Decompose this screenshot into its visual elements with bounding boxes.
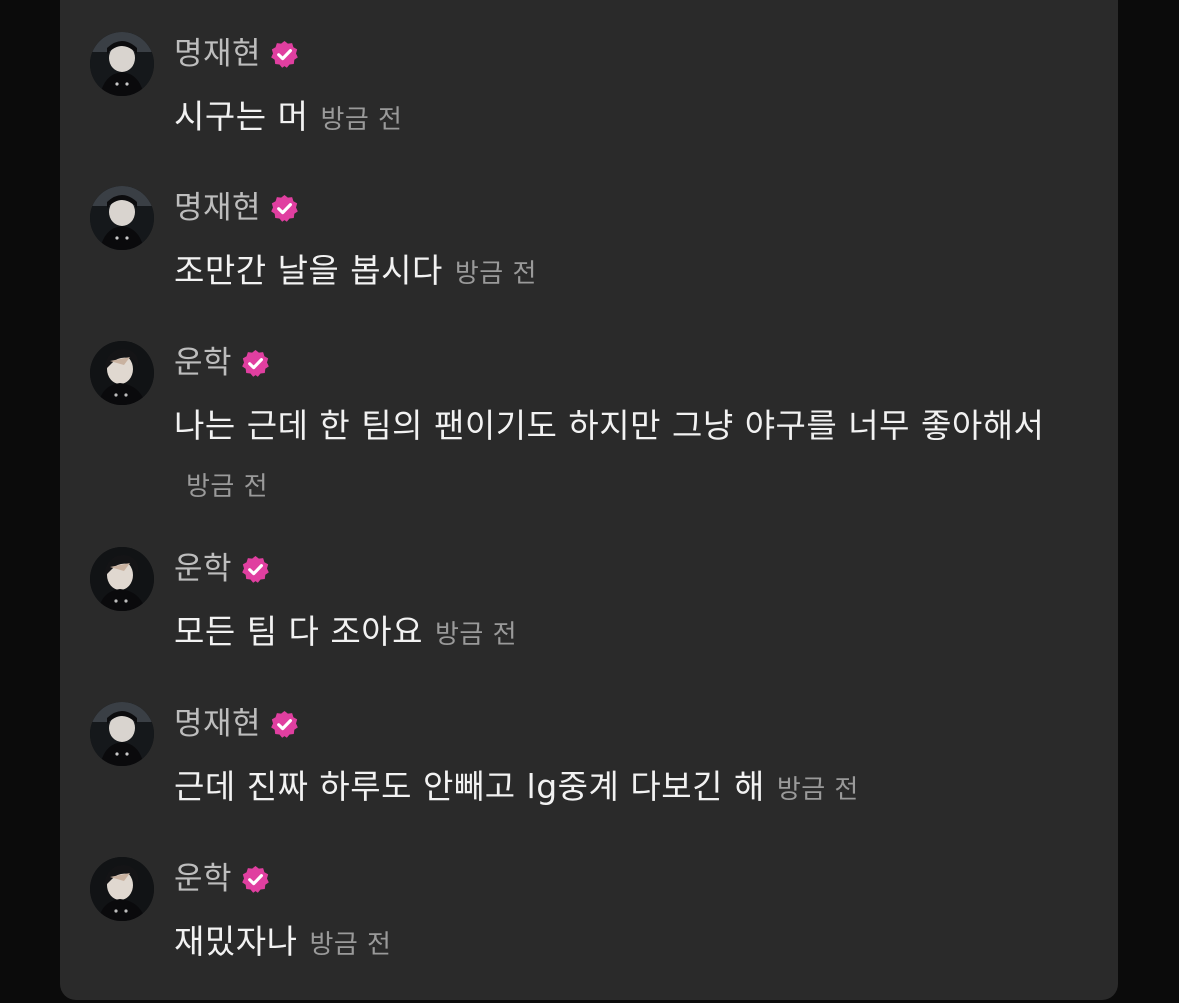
author-name[interactable]: 명재현: [174, 706, 261, 742]
timestamp: 방금 전: [776, 775, 859, 805]
verified-badge-icon: [271, 710, 298, 738]
comment-text: 나는 근데 한 팀의 팬이기도 하지만 그냥 야구를 너무 좋아해서: [174, 406, 1045, 445]
comment-body: 모든 팀 다 조아요 방금 전: [174, 603, 1054, 664]
author-name[interactable]: 운학: [174, 345, 232, 381]
comment-body: 재밌자나 방금 전: [174, 913, 1054, 974]
author-name[interactable]: 명재현: [174, 190, 261, 226]
timestamp: 방금 전: [309, 930, 392, 960]
avatar[interactable]: [90, 702, 154, 766]
avatar[interactable]: [90, 186, 154, 250]
timestamp: 방금 전: [435, 620, 518, 650]
comment-text: 시구는 머: [174, 97, 309, 136]
author-name[interactable]: 운학: [174, 861, 232, 897]
avatar[interactable]: [90, 32, 154, 96]
author-name[interactable]: 운학: [174, 551, 232, 587]
comment-text: 근데 진짜 하루도 안빼고 lg중계 다보긴 해: [174, 767, 765, 806]
timestamp: 방금 전: [186, 472, 269, 502]
verified-badge-icon: [242, 555, 269, 583]
avatar[interactable]: [90, 857, 154, 921]
timestamp: 방금 전: [454, 259, 537, 289]
verified-badge-icon: [242, 349, 269, 377]
verified-badge-icon: [242, 865, 269, 893]
comment-body: 나는 근데 한 팀의 팬이기도 하지만 그냥 야구를 너무 좋아해서방금 전: [174, 397, 1054, 516]
author-name[interactable]: 명재현: [174, 36, 261, 72]
avatar[interactable]: [90, 547, 154, 611]
comment-body: 근데 진짜 하루도 안빼고 lg중계 다보긴 해 방금 전: [174, 758, 1054, 819]
comment-text: 조만간 날을 봅시다: [174, 251, 443, 290]
verified-badge-icon: [271, 194, 298, 222]
comment-body: 조만간 날을 봅시다 방금 전: [174, 242, 1054, 303]
comment-panel: 명재현 시구는 머 방금 전 명재현 조만간 날을 봅시다 방금 전 운학 나는…: [60, 0, 1118, 1000]
comment-text: 재밌자나: [174, 922, 298, 961]
timestamp: 방금 전: [320, 105, 403, 135]
comment-body: 시구는 머 방금 전: [174, 88, 1054, 149]
avatar[interactable]: [90, 341, 154, 405]
verified-badge-icon: [271, 40, 298, 68]
comment-text: 모든 팀 다 조아요: [174, 612, 423, 651]
